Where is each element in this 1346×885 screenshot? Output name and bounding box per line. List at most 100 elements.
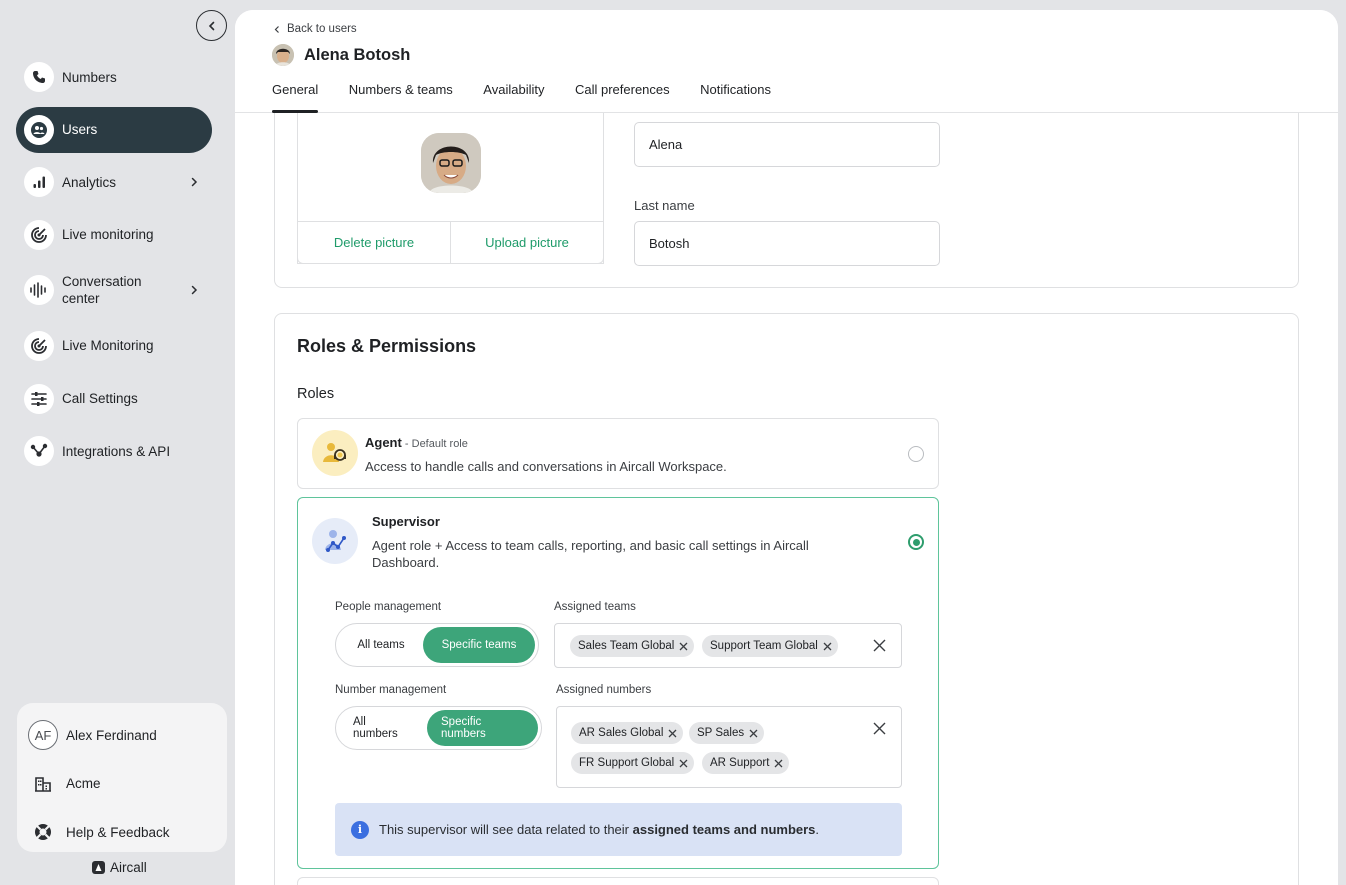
last-name-label: Last name [634,198,695,213]
number-management-label: Number management [335,684,447,696]
section-title: Roles & Permissions [297,336,477,356]
tab-general[interactable]: General [272,82,319,113]
nav-item-integrations[interactable]: Integrations & API [16,428,212,474]
chevron-left-icon [208,21,214,30]
sidebar: Numbers Users Analytics Live monitoring [0,0,234,885]
brand: Aircall [92,860,147,875]
nav-item-analytics[interactable]: Analytics [16,159,212,205]
assigned-numbers-input[interactable]: AR Sales Global SP Sales FR Support Glob… [556,706,902,788]
phone-icon [24,62,54,92]
user-avatar [272,44,294,66]
nav-item-users[interactable]: Users [16,106,212,153]
avatar: AF [28,720,58,750]
nav-item-call-settings[interactable]: Call Settings [16,376,212,422]
tab-numbers-teams[interactable]: Numbers & teams [349,82,453,113]
remove-tag-icon[interactable] [679,759,688,768]
number-tag: SP Sales [689,722,765,744]
role-option-supervisor[interactable]: Supervisor Agent role + Access to team c… [297,497,939,869]
agent-role-name: Agent [365,435,402,450]
remove-tag-icon[interactable] [774,759,783,768]
lifebuoy-icon [28,817,58,847]
info-icon: i [351,820,369,839]
collapse-sidebar-button[interactable] [196,10,227,41]
chevron-right-icon [191,177,198,187]
nav-item-conversation-center[interactable]: Conversation center [16,264,212,316]
live-icon [24,330,54,361]
agent-role-icon [312,430,358,476]
supervisor-radio[interactable] [908,534,924,550]
nav-item-label: Users [62,122,98,138]
live-icon [24,219,54,250]
account-name: Alex Ferdinand [66,727,157,743]
help-feedback[interactable]: Help & Feedback [28,810,216,854]
tab-availability[interactable]: Availability [483,82,544,113]
all-teams-option[interactable]: All teams [339,627,423,663]
building-icon [28,769,58,799]
assigned-numbers-label: Assigned numbers [556,684,652,696]
supervisor-role-description: Agent role + Access to team calls, repor… [372,538,809,570]
remove-tag-icon[interactable] [679,642,688,651]
agent-radio[interactable] [908,446,924,462]
people-management-label: People management [335,601,442,613]
account-company[interactable]: Acme [28,762,216,806]
users-icon [24,114,54,145]
info-text: This supervisor will see data related to… [379,822,820,837]
roles-permissions-card: Roles & Permissions Roles Agent - Defaul… [274,313,1299,885]
aircall-logo-icon [92,861,105,874]
default-role-tag: - Default role [401,438,468,450]
chevron-right-icon [191,286,198,295]
remove-tag-icon[interactable] [823,642,832,651]
specific-teams-option[interactable]: Specific teams [423,627,535,663]
role-option-next[interactable] [297,877,939,885]
bar-chart-icon [24,167,54,198]
number-tag: FR Support Global [571,752,695,774]
number-tag: AR Support [702,752,790,774]
account-card: AF Alex Ferdinand Acme Help & Feedback [17,703,227,852]
assigned-teams-input[interactable]: Sales Team Global Support Team Global [554,623,902,668]
profile-picture [421,133,481,193]
remove-tag-icon[interactable] [749,729,758,738]
upload-picture-button[interactable]: Upload picture [450,222,603,263]
help-label: Help & Feedback [66,824,170,840]
account-user[interactable]: AF Alex Ferdinand [28,713,216,757]
people-management-toggle: All teams Specific teams [335,623,539,667]
waveform-icon [24,275,54,306]
number-management-toggle: All numbers Specific numbers [335,706,542,750]
nav-item-label: Live Monitoring [62,338,154,354]
user-name-title: Alena Botosh [304,45,411,64]
assigned-teams-label: Assigned teams [554,601,636,613]
last-name-field[interactable]: Botosh [634,221,940,266]
tab-notifications[interactable]: Notifications [700,82,771,113]
page-title: Alena Botosh [272,44,410,66]
nav-item-label: Conversation center [62,274,142,307]
nav-item-live-monitoring[interactable]: Live monitoring [16,212,212,258]
role-option-agent[interactable]: Agent - Default role Access to handle ca… [297,418,939,489]
back-to-users-link[interactable]: Back to users [273,23,357,35]
remove-tag-icon[interactable] [668,729,677,738]
number-tag: AR Sales Global [571,722,684,744]
clear-teams-icon[interactable] [873,639,886,652]
back-label: Back to users [287,23,357,35]
nav-item-label: Integrations & API [62,443,171,459]
nav-item-label: Numbers [62,69,117,85]
first-name-field[interactable]: Alena [634,122,940,167]
brand-name: Aircall [110,860,147,875]
nav-item-live-monitoring-2[interactable]: Live Monitoring [16,323,212,369]
tab-call-preferences[interactable]: Call preferences [575,82,670,113]
company-name: Acme [66,776,101,791]
supervisor-role-icon [312,518,358,564]
clear-numbers-icon[interactable] [873,722,886,735]
nav-item-label: Call Settings [62,391,138,407]
page-header: Back to users Alena Botosh General Numbe… [235,10,1338,113]
nav-item-numbers[interactable]: Numbers [16,54,212,100]
roles-label: Roles [297,386,335,402]
sliders-icon [24,383,54,414]
team-tag: Support Team Global [702,635,838,657]
specific-numbers-option[interactable]: Specific numbers [427,710,538,746]
supervisor-info-banner: i This supervisor will see data related … [335,803,902,856]
tab-bar: General Numbers & teams Availability Cal… [272,82,801,113]
all-numbers-option[interactable]: All numbers [339,710,427,746]
delete-picture-button[interactable]: Delete picture [298,222,450,263]
supervisor-role-name: Supervisor [372,514,440,529]
main-panel: Back to users Alena Botosh General Numbe… [235,10,1338,885]
